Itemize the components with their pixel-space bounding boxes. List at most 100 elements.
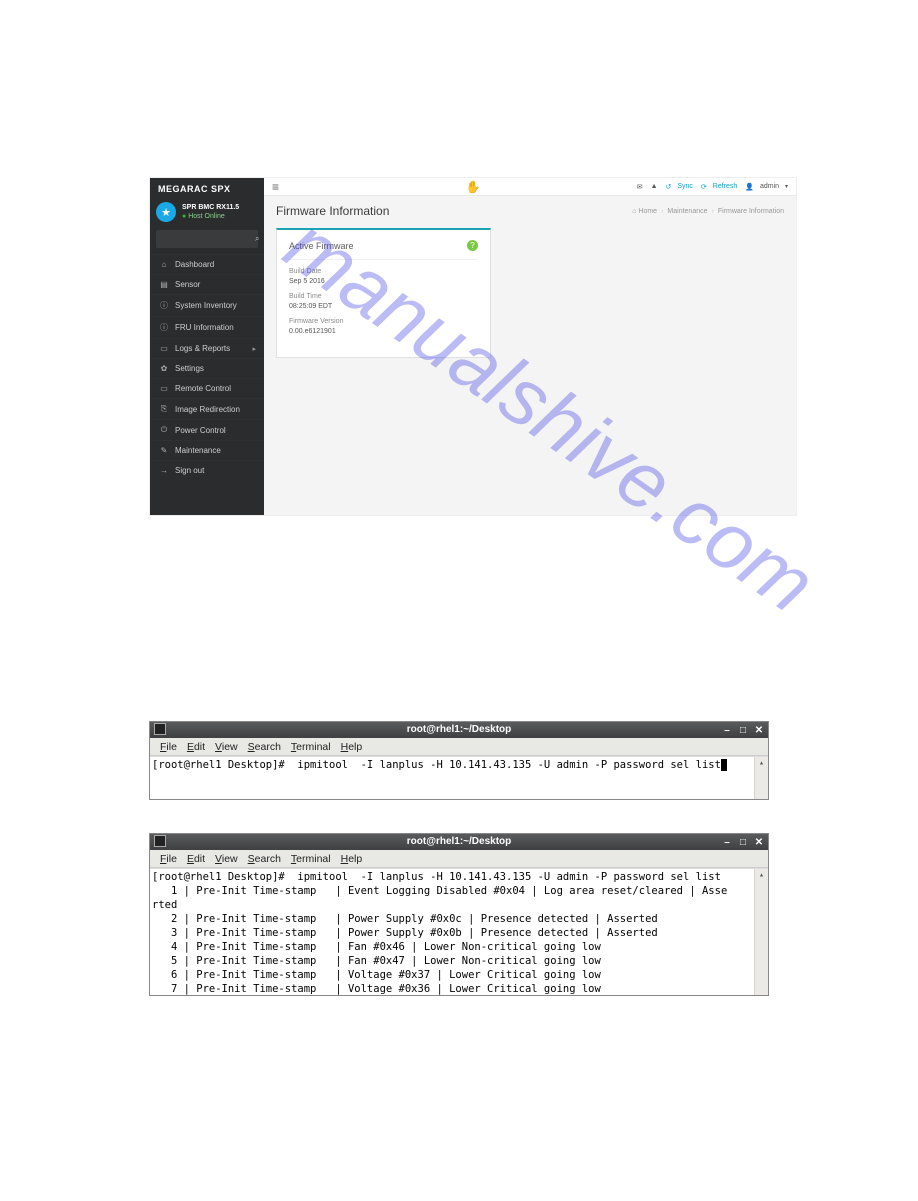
terminal-titlebar[interactable]: root@rhel1:~/Desktop – □ ✕ [150,722,768,738]
sidebar-item-logs-reports[interactable]: ▭Logs & Reports▸ [150,338,264,358]
bmc-search-input[interactable] [156,236,255,243]
sidebar-item-system-inventory[interactable]: ⓘSystem Inventory [150,294,264,316]
terminal-body[interactable]: [root@rhel1 Desktop]# ipmitool -I lanplu… [150,868,768,995]
menu-view[interactable]: View [211,852,242,866]
terminal-line: rted [152,899,177,911]
field-build-time: Build Time 08:25:09 EDT [289,293,478,310]
terminal-line: [root@rhel1 Desktop]# ipmitool -I lanplu… [152,871,721,883]
minimize-button[interactable]: – [722,836,732,850]
chevron-down-icon: ▾ [785,183,788,190]
menu-help[interactable]: Help [337,852,367,866]
sidebar-item-label: FRU Information [175,323,256,332]
scroll-up-icon[interactable]: ▴ [759,757,764,769]
menu-search[interactable]: Search [244,740,285,754]
field-firmware-version: Firmware Version 0.00.e6121901 [289,318,478,335]
terminal-body[interactable]: [root@rhel1 Desktop]# ipmitool -I lanplu… [150,756,768,799]
field-label: Build Date [289,268,478,275]
terminal-scrollbar[interactable]: ▴ [754,757,768,799]
close-button[interactable]: ✕ [754,836,764,850]
bmc-content: Firmware Information Home › Maintenance … [264,196,796,515]
terminal-window-2: root@rhel1:~/Desktop – □ ✕ File Edit Vie… [149,833,769,996]
terminal-line: 7 | Pre-Init Time-stamp | Voltage #0x36 … [152,983,601,995]
sidebar-item-sign-out[interactable]: →Sign out [150,460,264,480]
terminal-line: 1 | Pre-Init Time-stamp | Event Logging … [152,885,727,897]
menu-terminal[interactable]: Terminal [287,852,335,866]
menu-search[interactable]: Search [244,852,285,866]
terminal-title: root@rhel1:~/Desktop [407,835,512,849]
menu-toggle-icon[interactable]: ≡ [272,180,279,194]
grab-cursor-icon: ✋ [466,180,481,194]
menu-help[interactable]: Help [337,740,367,754]
maximize-button[interactable]: □ [738,836,748,850]
card-title: Active Firmware [289,241,354,251]
settings-icon: ✿ [158,364,170,373]
user-menu[interactable]: 👤 admin ▾ [745,183,788,191]
sidebar-item-settings[interactable]: ✿ Settings [150,358,264,378]
bmc-brand: MEGARAC SPX [150,178,264,198]
terminal-app-icon [154,723,166,735]
user-icon: 👤 [745,183,754,191]
alerts-icon[interactable]: ▲ [651,183,658,190]
terminal-menubar: File Edit View Search Terminal Help [150,850,768,868]
terminal-scrollbar[interactable]: ▴ [754,869,768,995]
dashboard-icon: ⌂ [158,260,170,269]
bmc-page-header: Firmware Information Home › Maintenance … [276,204,784,218]
page-title: Firmware Information [276,204,389,218]
sidebar-item-fru-information[interactable]: ⓘ FRU Information [150,316,264,338]
breadcrumb-home[interactable]: Home [632,208,657,215]
sidebar-item-sensor[interactable]: ▤Sensor [150,274,264,294]
menu-view[interactable]: View [211,740,242,754]
maximize-button[interactable]: □ [738,724,748,738]
signout-icon: → [158,466,170,475]
maintenance-icon: ✎ [158,446,170,455]
terminal-line: 5 | Pre-Init Time-stamp | Fan #0x47 | Lo… [152,955,601,967]
sync-button[interactable]: ↺ Sync [666,183,693,191]
terminal-titlebar[interactable]: root@rhel1:~/Desktop – □ ✕ [150,834,768,850]
breadcrumb-sep: › [712,208,714,215]
menu-file[interactable]: File [156,852,181,866]
card-head: Active Firmware ? [289,240,478,260]
help-icon[interactable]: ? [467,240,478,251]
sidebar-item-dashboard[interactable]: ⌂ Dashboard [150,254,264,274]
terminal-line: 3 | Pre-Init Time-stamp | Power Supply #… [152,927,658,939]
menu-file[interactable]: File [156,740,181,754]
sidebar-item-label: Sensor [175,280,256,289]
menu-edit[interactable]: Edit [183,852,209,866]
messages-icon[interactable]: ✉ [637,183,643,191]
minimize-button[interactable]: – [722,724,732,738]
sync-icon: ↺ [666,183,672,191]
bmc-window: MEGARAC SPX ★ SPR BMC RX11.5 Host Online… [149,177,797,516]
menu-terminal[interactable]: Terminal [287,740,335,754]
bmc-topbar: ≡ ✋ ✉ ▲ ↺ Sync ⟳ Refresh 👤 admin ▾ [264,178,796,196]
sidebar-item-maintenance[interactable]: ✎Maintenance [150,440,264,460]
field-value: 0.00.e6121901 [289,328,478,335]
terminal-line: [root@rhel1 Desktop]# ipmitool -I lanplu… [152,759,721,771]
sidebar-item-image-redirection[interactable]: ⎘Image Redirection [150,398,264,419]
sidebar-item-label: Settings [175,364,256,373]
window-buttons: – □ ✕ [722,724,764,738]
field-label: Firmware Version [289,318,478,325]
breadcrumb-maintenance[interactable]: Maintenance [667,208,707,215]
menu-edit[interactable]: Edit [183,740,209,754]
chevron-right-icon: ▸ [252,345,256,353]
fru-icon: ⓘ [158,322,170,333]
close-button[interactable]: ✕ [754,724,764,738]
refresh-label: Refresh [713,183,738,190]
sidebar-item-remote-control[interactable]: ▭Remote Control [150,378,264,398]
refresh-button[interactable]: ⟳ Refresh [701,183,737,191]
bmc-menu: ⌂ Dashboard ▤Sensor ⓘSystem Inventory ⓘ FR… [150,254,264,480]
remote-icon: ▭ [158,384,170,393]
terminal-line: 6 | Pre-Init Time-stamp | Voltage #0x37 … [152,969,601,981]
search-icon[interactable]: ⌕ [255,234,259,244]
terminal-output: [root@rhel1 Desktop]# ipmitool -I lanplu… [150,757,768,773]
bmc-host-block: ★ SPR BMC RX11.5 Host Online [150,198,264,230]
refresh-icon: ⟳ [701,183,707,191]
sidebar-item-label: System Inventory [175,301,256,310]
image-redir-icon: ⎘ [158,404,170,414]
sidebar-item-label: Dashboard [175,260,256,269]
breadcrumb-leaf: Firmware Information [718,208,784,215]
field-build-date: Build Date Sep 5 2016 [289,268,478,285]
bmc-search[interactable]: ⌕ [156,230,258,248]
scroll-up-icon[interactable]: ▴ [759,869,764,881]
sidebar-item-power-control[interactable]: ⏻Power Control [150,419,264,440]
